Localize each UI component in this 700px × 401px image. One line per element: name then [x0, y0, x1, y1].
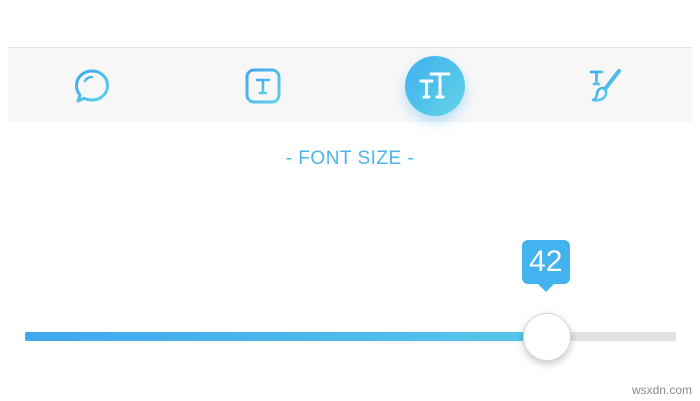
watermark: wsxdn.com [631, 383, 692, 397]
chat-bubble-icon [75, 69, 109, 103]
slider-fill [25, 332, 546, 341]
tool-bar [8, 47, 692, 122]
text-button[interactable] [233, 56, 293, 116]
section-title: - FONT SIZE - [285, 148, 415, 169]
text-style-button[interactable] [575, 56, 635, 116]
chat-button[interactable] [62, 56, 122, 116]
font-size-panel: - FONT SIZE - 42 wsxdn.com [0, 0, 700, 401]
text-style-brush-icon [589, 69, 621, 102]
slider-thumb[interactable] [522, 313, 571, 361]
font-size-icon [419, 72, 451, 99]
slider-value-bubble: 42 [521, 240, 570, 292]
font-size-button[interactable] [405, 56, 465, 116]
text-box-icon [245, 68, 281, 104]
font-size-slider[interactable]: 42 [25, 240, 676, 372]
